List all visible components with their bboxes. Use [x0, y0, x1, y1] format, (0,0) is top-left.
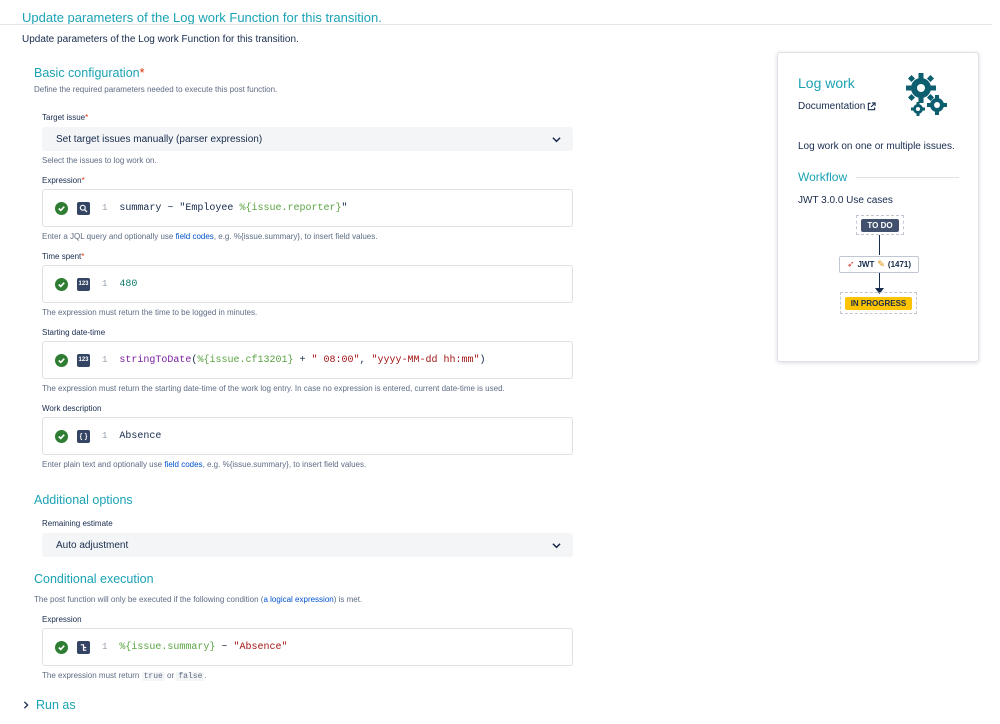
work-description-help: Enter plain text and optionally use fiel…	[42, 460, 367, 469]
target-issue-help: Select the issues to log work on.	[42, 156, 157, 165]
use-case-label: JWT 3.0.0 Use cases	[798, 195, 893, 206]
line-number: 1	[102, 431, 108, 441]
field-codes-link[interactable]: field codes	[176, 232, 214, 241]
text-icon[interactable]	[77, 429, 90, 443]
run-as-toggle[interactable]: Run as	[22, 698, 76, 712]
basic-config-title: Basic configuration*	[34, 66, 145, 80]
basic-config-description: Define the required parameters needed to…	[34, 85, 278, 94]
conditional-expression-label: Expression	[42, 615, 82, 624]
logical-expression-link[interactable]: a logical expression	[263, 595, 333, 604]
logic-icon[interactable]	[77, 640, 90, 654]
time-spent-editor[interactable]: 123 1 480	[42, 265, 573, 303]
check-circle-icon	[55, 201, 68, 215]
conditional-expression-editor[interactable]: 1 %{issue.summary} ~ "Absence"	[42, 628, 573, 666]
check-circle-icon	[55, 277, 68, 291]
code-field: %{issue.summary}	[119, 641, 216, 653]
in-progress-status-box: IN PROGRESS	[840, 292, 917, 314]
conditional-description: The post function will only be executed …	[34, 595, 363, 604]
workflow-title: Workflow	[798, 170, 848, 184]
card-description: Log work on one or multiple issues.	[798, 141, 955, 152]
card-title: Log work	[798, 75, 855, 91]
expression-editor[interactable]: 1 summary ~ "Employee %{issue.reporter} "	[42, 189, 573, 227]
code-text-end: "	[341, 202, 348, 214]
number-icon[interactable]: 123	[77, 277, 90, 291]
external-link-icon	[868, 102, 876, 111]
expression-label: Expression*	[42, 176, 85, 185]
remaining-estimate-select[interactable]: Auto adjustment	[42, 533, 573, 557]
page-subtitle: Update parameters of the Log work Functi…	[22, 34, 299, 45]
check-circle-icon	[55, 429, 68, 443]
time-spent-help: The expression must return the time to b…	[42, 308, 258, 317]
line-number: 1	[102, 203, 108, 213]
transition-box: ➶ JWT ✎ (1471)	[839, 256, 919, 273]
code-text: 480	[119, 278, 138, 290]
line-number: 1	[102, 642, 108, 652]
arrow-line-1	[879, 235, 880, 255]
work-description-editor[interactable]: 1 Absence	[42, 417, 573, 455]
starting-datetime-editor[interactable]: 123 1 stringToDate(%{issue.cf13201} + " …	[42, 341, 573, 379]
chevron-right-icon	[23, 701, 29, 709]
code-field: %{issue.cf13201}	[197, 354, 294, 366]
code-text: summary ~ "Employee	[119, 202, 240, 214]
page-heading: Update parameters of the Log work Functi…	[22, 10, 382, 25]
todo-status-box: TO DO	[856, 215, 904, 235]
target-issue-select[interactable]: Set target issues manually (parser expre…	[42, 127, 573, 151]
number-icon[interactable]: 123	[77, 353, 90, 367]
conditional-help: The expression must return true or false…	[42, 671, 207, 681]
check-circle-icon	[55, 353, 68, 367]
time-spent-label: Time spent*	[42, 252, 85, 261]
workflow-divider	[856, 177, 959, 178]
in-progress-badge: IN PROGRESS	[844, 296, 913, 310]
field-codes-link[interactable]: field codes	[164, 460, 202, 469]
starting-datetime-help: The expression must return the starting …	[42, 384, 505, 393]
work-description-label: Work description	[42, 404, 102, 413]
expression-help: Enter a JQL query and optionally use fie…	[42, 232, 378, 241]
check-circle-icon	[55, 640, 68, 654]
target-issue-label: Target issue*	[42, 113, 89, 122]
header-divider	[0, 24, 992, 25]
search-icon[interactable]	[77, 201, 90, 215]
chevron-down-icon	[552, 136, 561, 142]
code-field: %{issue.reporter}	[239, 202, 342, 214]
line-number: 1	[102, 279, 108, 289]
code-text: Absence	[119, 430, 162, 442]
info-card: Log work Documentation Log work on one o…	[777, 52, 979, 362]
code-function: stringToDate	[119, 354, 192, 366]
documentation-link[interactable]: Documentation	[798, 101, 876, 112]
line-number: 1	[102, 355, 108, 365]
conditional-execution-title: Conditional execution	[34, 572, 154, 586]
remaining-estimate-label: Remaining estimate	[42, 519, 113, 528]
starting-datetime-label: Starting date-time	[42, 328, 106, 337]
chevron-down-icon	[552, 542, 561, 548]
tool-icon: ✎	[877, 259, 885, 269]
additional-options-title: Additional options	[34, 493, 133, 507]
rocket-icon: ➶	[846, 259, 855, 269]
todo-badge: TO DO	[861, 218, 899, 232]
run-as-label: Run as	[36, 698, 76, 712]
gears-icon	[906, 73, 947, 116]
